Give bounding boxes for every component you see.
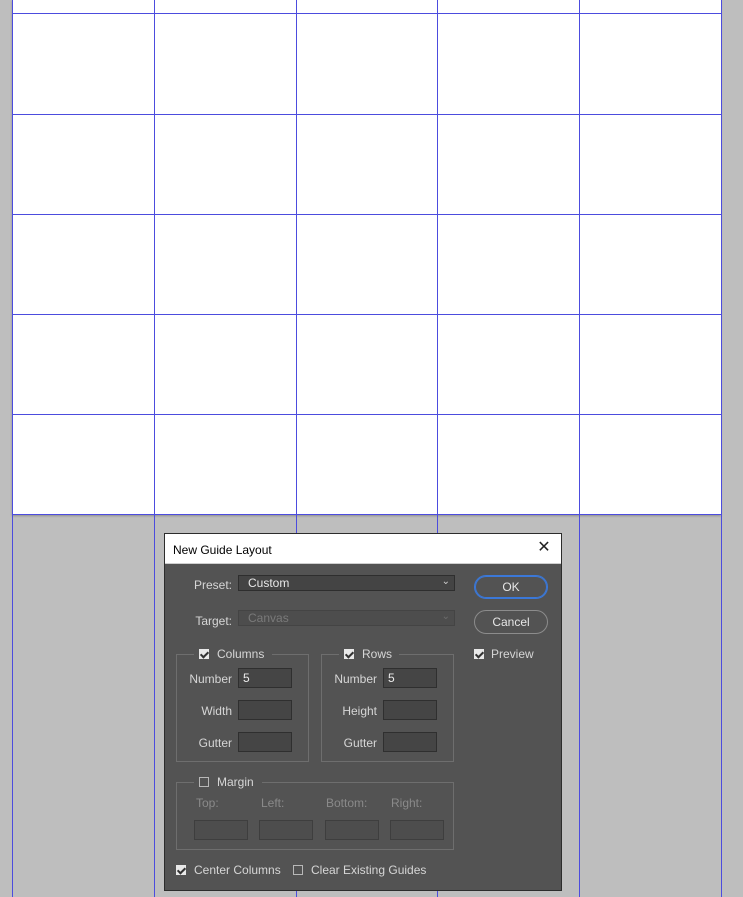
columns-gutter-label: Gutter [198, 736, 232, 750]
rows-height-input[interactable] [383, 700, 437, 720]
margin-top-input[interactable] [194, 820, 248, 840]
chevron-down-icon: ⌄ [441, 576, 450, 587]
margin-checkbox[interactable] [199, 777, 209, 787]
rows-checkbox[interactable] [344, 649, 354, 659]
rows-number-input[interactable]: 5 [383, 668, 437, 688]
horizontal-guide[interactable] [12, 414, 721, 415]
target-value: Canvas [248, 611, 289, 625]
vertical-guide[interactable] [12, 0, 13, 897]
ok-button[interactable]: OK [474, 575, 548, 599]
margin-right-label: Right: [391, 796, 423, 810]
dialog-titlebar[interactable]: New Guide Layout ✕ [165, 534, 561, 564]
margin-label[interactable]: Margin [217, 775, 254, 789]
horizontal-guide[interactable] [12, 13, 721, 14]
margin-left-label: Left: [261, 796, 285, 810]
rows-number-label: Number [334, 672, 377, 686]
preset-select[interactable]: Custom ⌄ [238, 575, 455, 591]
vertical-guide[interactable] [579, 0, 580, 897]
horizontal-guide[interactable] [12, 314, 721, 315]
margin-top-label: Top: [196, 796, 219, 810]
cancel-button[interactable]: Cancel [474, 610, 548, 634]
rows-label[interactable]: Rows [362, 647, 392, 661]
horizontal-guide[interactable] [12, 114, 721, 115]
center-columns-checkbox[interactable] [176, 865, 186, 875]
rows-gutter-label: Gutter [343, 736, 377, 750]
vertical-guide[interactable] [154, 0, 155, 897]
clear-existing-guides-label[interactable]: Clear Existing Guides [311, 863, 426, 877]
columns-number-label: Number [189, 672, 232, 686]
preview-checkbox[interactable] [474, 649, 484, 659]
columns-width-input[interactable] [238, 700, 292, 720]
document-canvas[interactable] [12, 0, 721, 515]
vertical-guide[interactable] [721, 0, 722, 897]
new-guide-layout-dialog: New Guide Layout ✕ Preset: Custom ⌄ Targ… [164, 533, 562, 891]
margin-left-input[interactable] [259, 820, 313, 840]
margin-bottom-label: Bottom: [326, 796, 368, 810]
preview-label[interactable]: Preview [491, 647, 534, 661]
columns-width-label: Width [201, 704, 232, 718]
target-select[interactable]: Canvas ⌄ [238, 610, 455, 626]
preset-label: Preset: [193, 578, 232, 592]
rows-height-label: Height [342, 704, 377, 718]
columns-checkbox[interactable] [199, 649, 209, 659]
clear-existing-guides-checkbox[interactable] [293, 865, 303, 875]
horizontal-guide[interactable] [12, 214, 721, 215]
horizontal-guide[interactable] [12, 514, 721, 515]
margin-right-input[interactable] [390, 820, 444, 840]
center-columns-label[interactable]: Center Columns [194, 863, 281, 877]
preset-value: Custom [248, 576, 290, 590]
target-label: Target: [195, 614, 232, 628]
rows-gutter-input[interactable] [383, 732, 437, 752]
chevron-down-icon: ⌄ [441, 611, 450, 622]
columns-gutter-input[interactable] [238, 732, 292, 752]
close-icon[interactable]: ✕ [535, 539, 553, 557]
columns-label[interactable]: Columns [217, 647, 264, 661]
margin-bottom-input[interactable] [325, 820, 379, 840]
columns-number-input[interactable]: 5 [238, 668, 292, 688]
dialog-title: New Guide Layout [173, 543, 272, 557]
